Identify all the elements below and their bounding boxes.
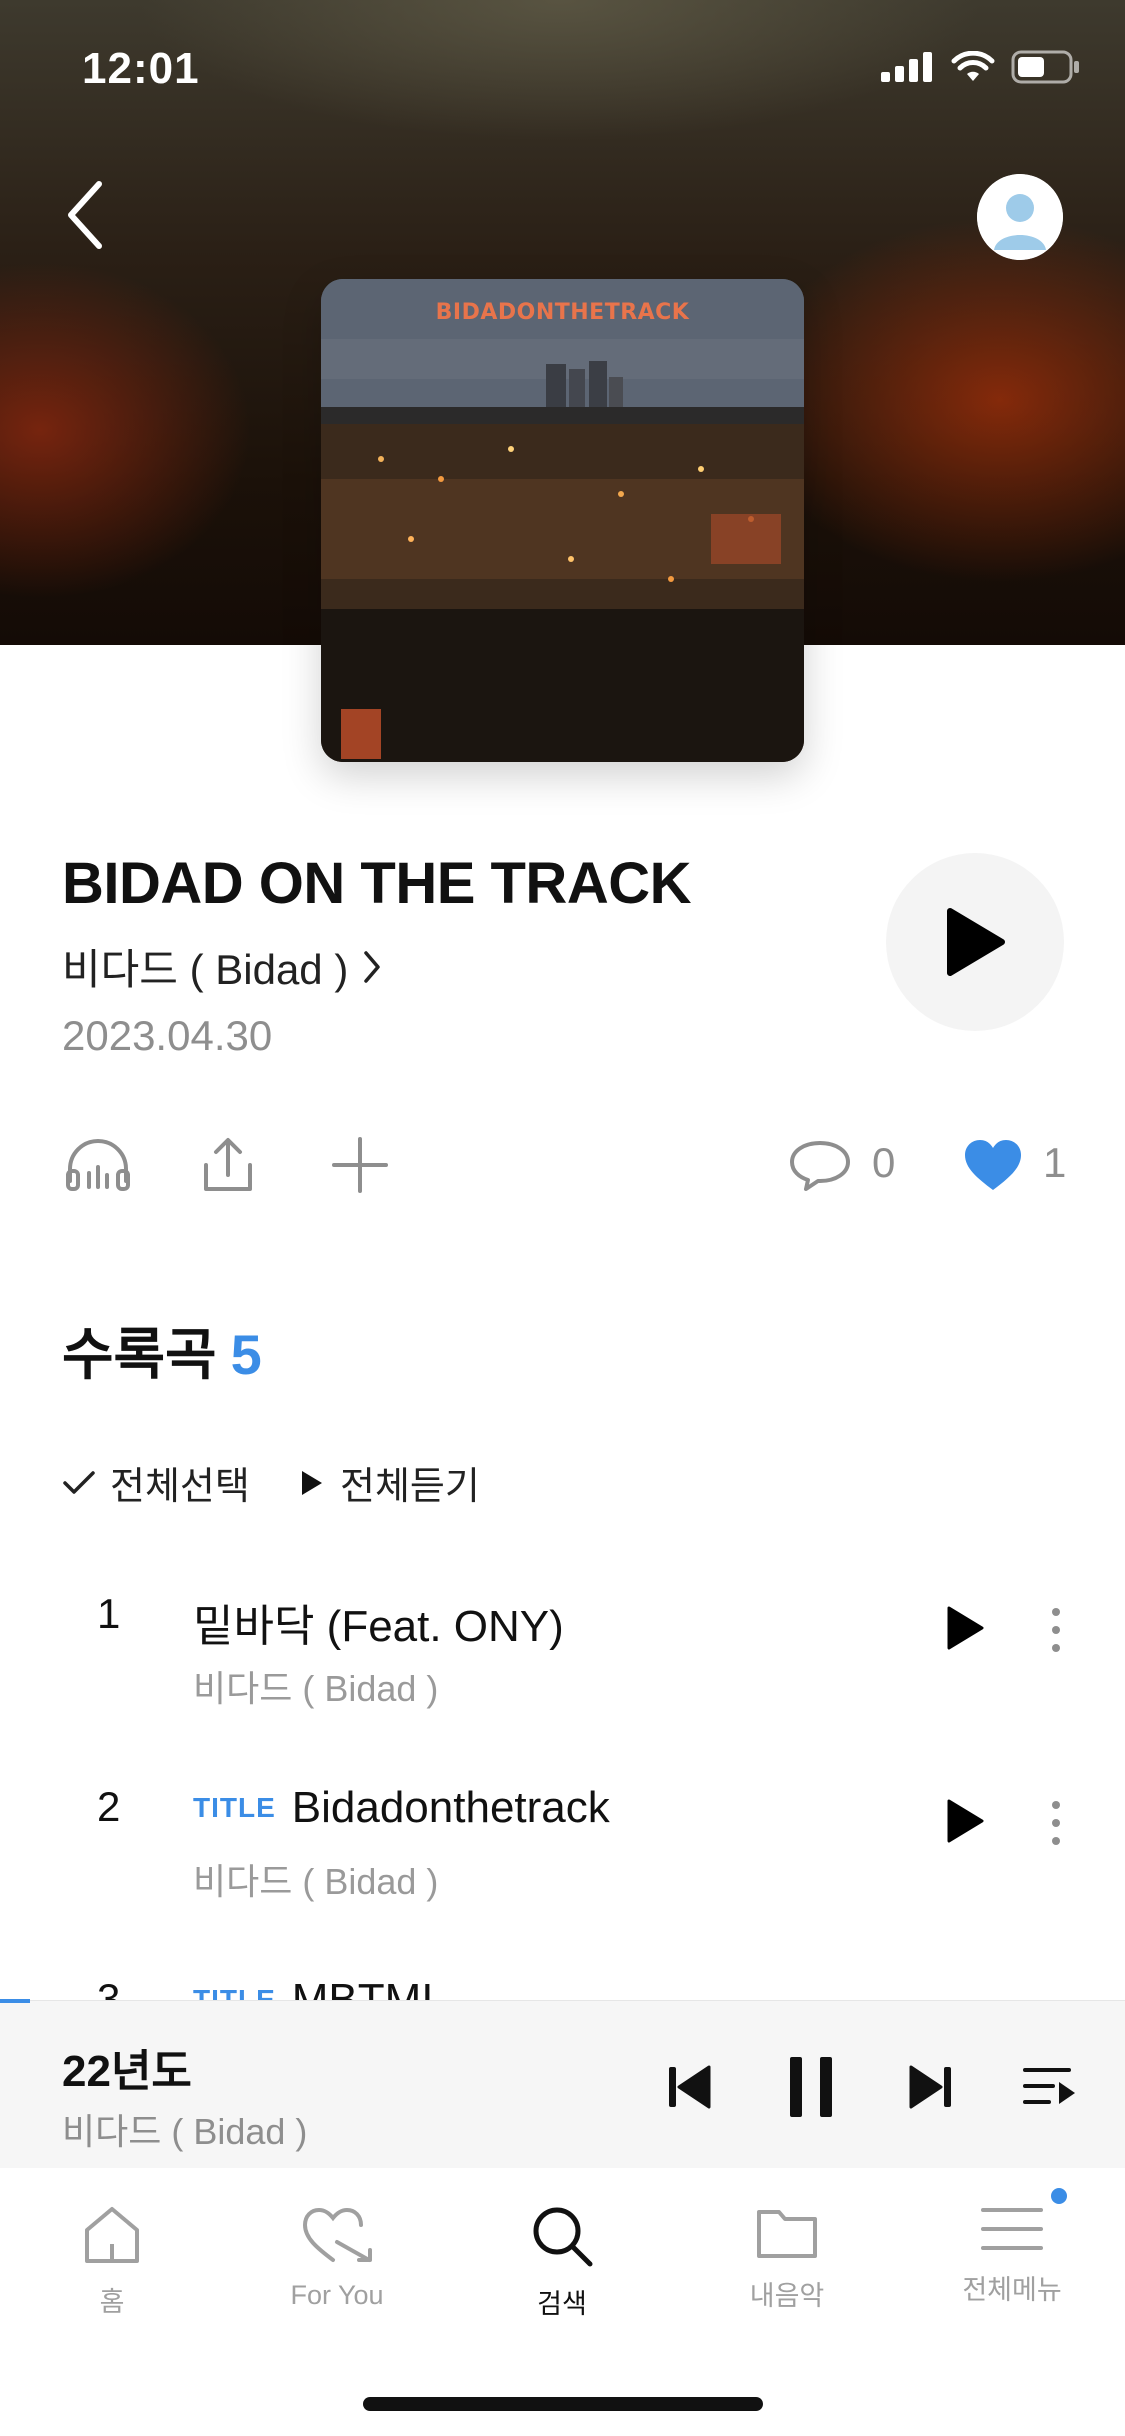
user-avatar-icon	[977, 174, 1063, 260]
track-title-text: 밑바닥 (Feat. ONY)	[193, 1602, 564, 1651]
add-button[interactable]	[320, 1125, 400, 1205]
mini-player-progress	[0, 1999, 30, 2003]
skip-previous-icon	[669, 2065, 711, 2109]
album-release-date: 2023.04.30	[62, 1012, 273, 1059]
album-cover-text: BIDADONTHETRACK	[435, 300, 690, 325]
like-count: 1	[1043, 1139, 1067, 1186]
heart-arrow-icon	[302, 2207, 372, 2262]
comment-button[interactable]	[780, 1125, 860, 1205]
play-all-button[interactable]: 전체듣기	[300, 1455, 480, 1510]
album-action-row: 0 1	[0, 1125, 1125, 1205]
tab-my-music[interactable]: 내음악	[697, 2204, 877, 2324]
playlist-button[interactable]	[1022, 2055, 1078, 2119]
menu-icon	[981, 2208, 1043, 2250]
tab-my-music-label: 내음악	[749, 2281, 825, 2311]
home-indicator	[363, 2397, 763, 2411]
plus-icon	[332, 1137, 388, 1193]
album-artist-name: 비다드 ( Bidad )	[62, 946, 349, 993]
select-all-button[interactable]: 전체선택	[62, 1455, 250, 1510]
comment-icon	[790, 1141, 850, 1191]
search-icon	[533, 2207, 593, 2267]
tab-home[interactable]: 홈	[22, 2204, 202, 2324]
track-number: 2	[97, 1783, 121, 1830]
playlist-icon	[1023, 2068, 1075, 2104]
more-dot-icon	[1052, 1837, 1060, 1845]
chevron-left-icon	[68, 181, 102, 249]
next-track-button[interactable]	[906, 2055, 956, 2119]
album-cover: BIDADONTHETRACK	[321, 279, 804, 762]
headphones-icon	[66, 1139, 130, 1191]
more-dot-icon	[1052, 1819, 1060, 1827]
more-dot-icon	[1052, 1608, 1060, 1616]
tab-home-label: 홈	[99, 2287, 125, 2317]
home-icon	[85, 2207, 139, 2263]
track-more-button[interactable]	[1038, 1590, 1074, 1670]
more-dot-icon	[1052, 1626, 1060, 1634]
album-artist-link[interactable]: 비다드 ( Bidad )	[62, 936, 382, 997]
tracklist-count: 5	[230, 1323, 262, 1386]
pause-button[interactable]	[784, 2055, 838, 2119]
wifi-icon	[951, 51, 995, 81]
share-button[interactable]	[188, 1125, 268, 1205]
select-all-label: 전체선택	[110, 1466, 250, 1508]
status-icons	[881, 50, 1081, 84]
tracklist-heading-label: 수록곡	[62, 1323, 217, 1386]
status-time: 12:01	[82, 44, 200, 93]
track-artist: 비다드 ( Bidad )	[193, 1668, 439, 1709]
album-title: BIDAD ON THE TRACK	[62, 851, 691, 916]
play-all-label: 전체듣기	[340, 1466, 480, 1508]
play-album-button[interactable]	[886, 853, 1064, 1031]
cellular-signal-icon	[881, 52, 932, 82]
track-row[interactable]: 2 TITLE Bidadonthetrack 비다드 ( Bidad )	[0, 1783, 1125, 1923]
mini-player-title: 22년도	[62, 2047, 192, 2096]
track-title: 밑바닥 (Feat. ONY)	[193, 1590, 564, 1654]
mini-player[interactable]: 22년도 비다드 ( Bidad )	[0, 1999, 1125, 2168]
album-cover-cityscape	[321, 279, 804, 762]
tab-search-label: 검색	[537, 2289, 587, 2319]
tab-all-menu-label: 전체메뉴	[962, 2275, 1062, 2305]
track-play-button[interactable]	[935, 1791, 995, 1851]
comment-count: 0	[872, 1139, 896, 1186]
track-row[interactable]: 1 밑바닥 (Feat. ONY) 비다드 ( Bidad )	[0, 1590, 1125, 1730]
play-icon	[947, 1799, 984, 1843]
share-icon	[204, 1138, 252, 1191]
status-bar: 12:01	[0, 0, 1125, 140]
folder-icon	[757, 2210, 817, 2258]
chevron-right-icon	[364, 950, 381, 983]
heart-filled-icon	[965, 1140, 1021, 1190]
back-button[interactable]	[55, 175, 115, 255]
battery-icon	[1011, 50, 1079, 84]
skip-next-icon	[909, 2065, 951, 2109]
more-dot-icon	[1052, 1801, 1060, 1809]
checkmark-icon	[63, 1470, 95, 1494]
previous-track-button[interactable]	[664, 2055, 714, 2119]
track-title: TITLE Bidadonthetrack	[193, 1783, 610, 1833]
pause-icon	[790, 2057, 832, 2117]
track-artist: 비다드 ( Bidad )	[193, 1861, 439, 1902]
like-button[interactable]	[953, 1125, 1033, 1205]
more-dot-icon	[1052, 1644, 1060, 1652]
play-icon	[947, 908, 1005, 976]
title-track-badge: TITLE	[193, 1792, 276, 1823]
play-icon	[302, 1470, 322, 1495]
track-number: 1	[97, 1590, 121, 1637]
notification-dot	[1051, 2188, 1067, 2204]
tab-search[interactable]: 검색	[472, 2204, 652, 2324]
tab-for-you-label: For You	[290, 2280, 384, 2310]
mini-player-artist: 비다드 ( Bidad )	[62, 2111, 308, 2152]
tracklist-heading: 수록곡 5	[62, 1310, 262, 1391]
tab-for-you[interactable]: For You	[247, 2204, 427, 2324]
listen-count-button[interactable]	[58, 1125, 138, 1205]
track-title-text: Bidadonthetrack	[291, 1783, 610, 1832]
track-more-button[interactable]	[1038, 1783, 1074, 1863]
track-play-button[interactable]	[935, 1598, 995, 1658]
bottom-tab-bar: 홈 For You 검색 내음악 전체메뉴	[0, 2168, 1125, 2436]
profile-avatar[interactable]	[977, 174, 1063, 260]
tab-all-menu[interactable]: 전체메뉴	[922, 2204, 1102, 2324]
play-icon	[947, 1606, 984, 1650]
